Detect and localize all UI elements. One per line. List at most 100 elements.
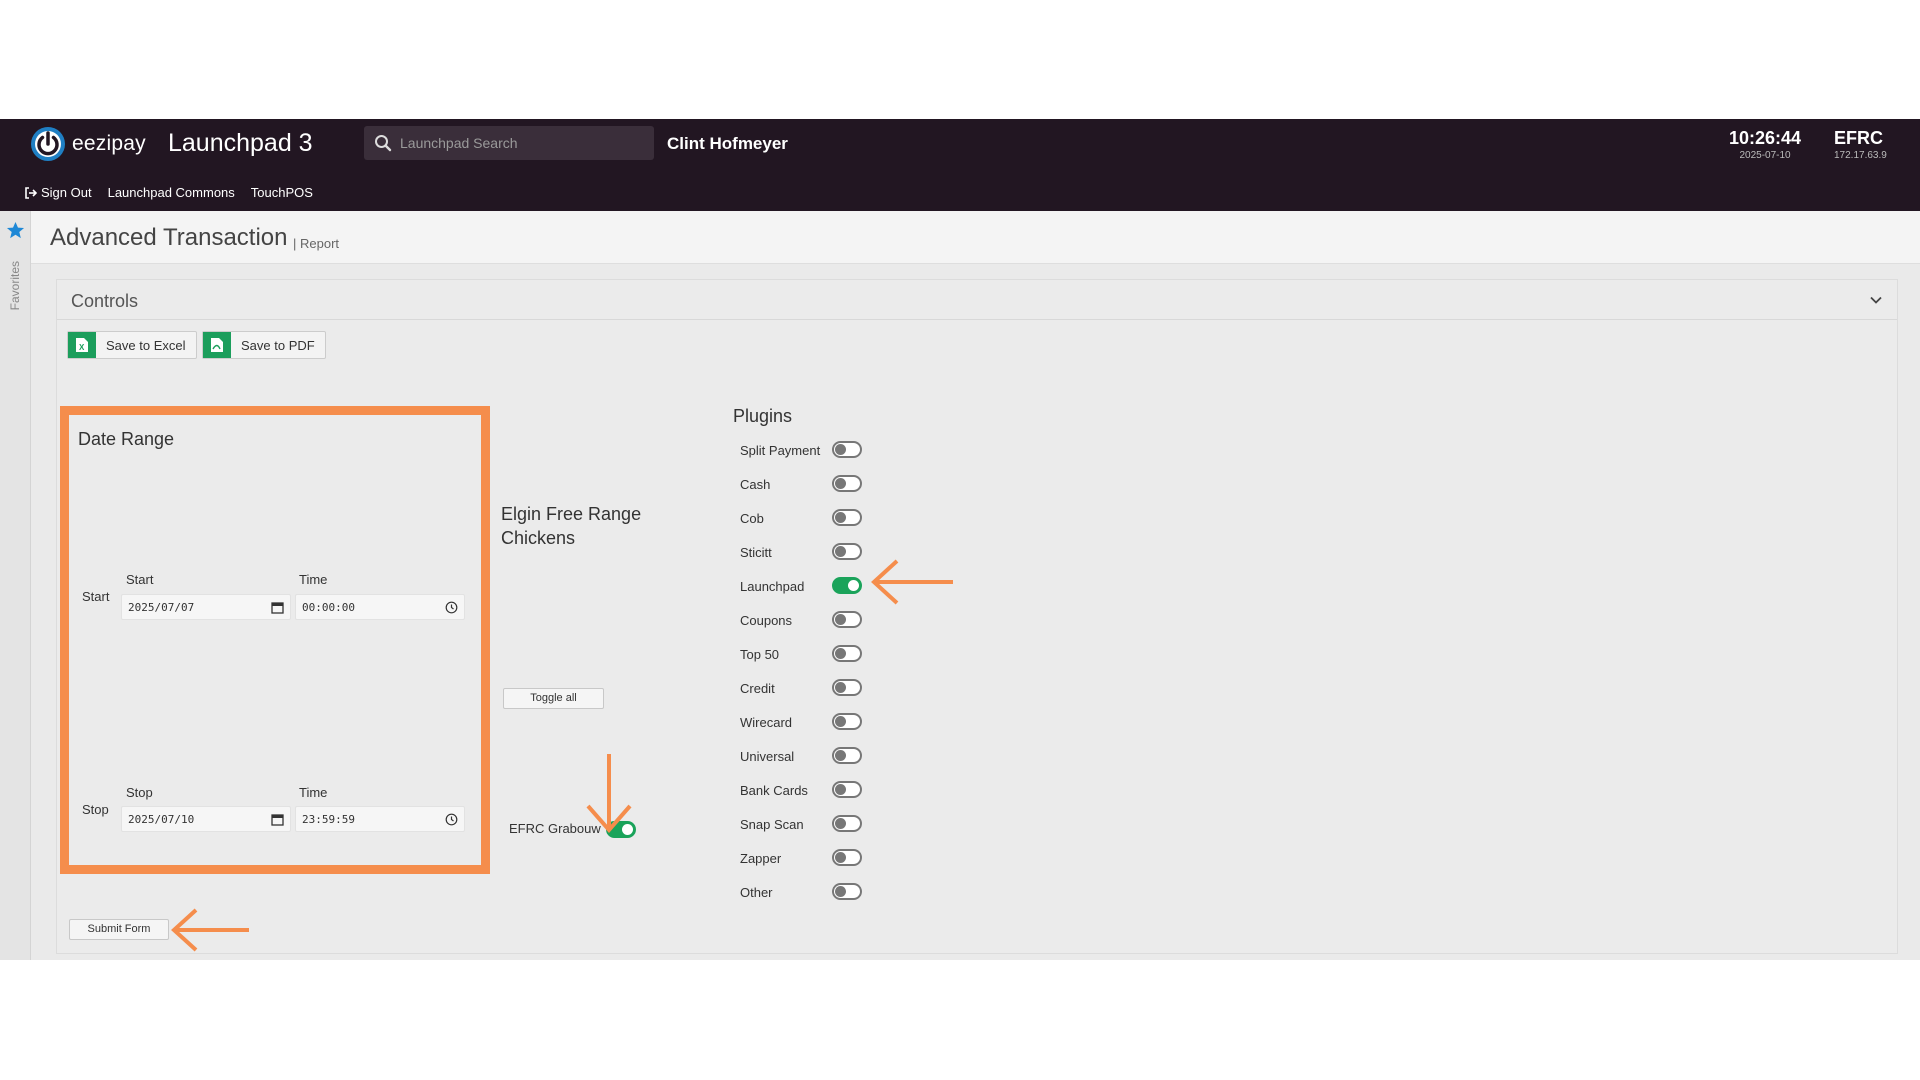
app-screen: eezipay Launchpad 3 Clint Hofmeyer 10:26… [0, 119, 1920, 960]
page-title: Advanced Transaction [50, 224, 288, 251]
plugin-label: Cash [740, 477, 771, 492]
plugin-toggle[interactable] [832, 441, 862, 458]
calendar-icon[interactable] [271, 601, 284, 614]
plugin-row: Wirecard [740, 709, 880, 743]
controls-panel-header[interactable]: Controls [57, 280, 1897, 320]
controls-panel: Controls X Save to Excel Save to PDF Dat… [56, 279, 1898, 954]
stop-date-value: 2025/07/10 [128, 812, 195, 826]
plugin-toggle[interactable] [832, 713, 862, 730]
app-title: Launchpad 3 [168, 129, 313, 157]
stop-date-label: Stop [126, 785, 153, 800]
plugin-toggle[interactable] [832, 747, 862, 764]
site-name: EFRC [1834, 128, 1883, 148]
controls-title: Controls [71, 291, 139, 311]
plugin-toggle[interactable] [832, 509, 862, 526]
plugin-label: Split Payment [740, 443, 821, 458]
plugin-toggle[interactable] [832, 679, 862, 696]
plugin-row: Coupons [740, 607, 880, 641]
plugin-label: Cob [740, 511, 764, 526]
save-to-excel-button[interactable]: X Save to Excel [67, 331, 197, 359]
chevron-down-icon[interactable] [1869, 293, 1883, 307]
toggle-knob [835, 784, 846, 795]
plugin-toggle[interactable] [832, 475, 862, 492]
toggle-knob [835, 478, 846, 489]
submit-form-button[interactable]: Submit Form [69, 919, 169, 940]
start-date-label: Start [126, 572, 154, 587]
plugins-title: Plugins [733, 406, 793, 426]
plugins-list: Split Payment Cash Cob Sticitt Launchpad Coup… [740, 437, 880, 913]
plugin-toggle[interactable] [832, 611, 862, 628]
plugin-row: Zapper [740, 845, 880, 879]
favorites-label[interactable]: Favorites [8, 261, 22, 310]
plugin-toggle[interactable] [832, 781, 862, 798]
plugin-row: Bank Cards [740, 777, 880, 811]
plugin-toggle[interactable] [832, 645, 862, 662]
annotation-arrow-left [871, 559, 953, 605]
plugin-label: Coupons [740, 613, 793, 628]
plugin-label: Bank Cards [740, 783, 808, 798]
touchpos-link[interactable]: TouchPOS [251, 185, 313, 200]
start-time-label: Time [299, 572, 328, 587]
plugin-row: Other [740, 879, 880, 913]
power-logo-icon [31, 127, 65, 161]
launchpad-commons-link[interactable]: Launchpad Commons [108, 185, 235, 200]
plugin-row: Sticitt [740, 539, 880, 573]
clock-time: 10:26:44 [1729, 128, 1802, 148]
plugin-label: Sticitt [740, 545, 772, 560]
sign-out-link[interactable]: Sign Out [24, 185, 92, 200]
search-icon [375, 135, 392, 152]
brand-name: eezipay [72, 132, 146, 155]
start-row-label: Start [82, 589, 110, 604]
stop-date-input[interactable]: 2025/07/10 [121, 806, 291, 832]
start-time-input[interactable]: 00:00:00 [295, 594, 465, 620]
plugin-toggle[interactable] [832, 883, 862, 900]
logo[interactable]: eezipay [29, 125, 146, 163]
top-nav: Sign Out Launchpad Commons TouchPOS [24, 185, 329, 200]
plugin-row: Launchpad [740, 573, 880, 607]
calendar-icon[interactable] [271, 813, 284, 826]
save-to-pdf-button[interactable]: Save to PDF [202, 331, 326, 359]
plugin-toggle[interactable] [832, 849, 862, 866]
site-info: EFRC 172.17.63.9 [1834, 128, 1887, 161]
search-input[interactable] [400, 135, 640, 151]
star-icon[interactable] [6, 221, 25, 240]
start-date-input[interactable]: 2025/07/07 [121, 594, 291, 620]
plugin-label: Zapper [740, 851, 782, 866]
top-bar: eezipay Launchpad 3 Clint Hofmeyer 10:26… [0, 119, 1920, 211]
toggle-knob [835, 682, 846, 693]
search-box[interactable] [364, 126, 654, 160]
plugin-row: Universal [740, 743, 880, 777]
page-subtitle: | Report [293, 236, 340, 251]
clock: 10:26:44 2025-07-10 [1729, 128, 1801, 161]
annotation-arrow-down [586, 754, 632, 834]
clock-icon[interactable] [445, 601, 458, 614]
user-name: Clint Hofmeyer [667, 134, 788, 153]
toggle-knob [848, 580, 859, 591]
excel-icon: X [68, 332, 96, 358]
save-to-excel-label: Save to Excel [106, 337, 186, 353]
plugin-toggle[interactable] [832, 577, 862, 594]
toggle-all-button[interactable]: Toggle all [503, 688, 604, 709]
pdf-icon [203, 332, 231, 358]
clock-icon[interactable] [445, 813, 458, 826]
toggle-knob [835, 886, 846, 897]
stop-time-input[interactable]: 23:59:59 [295, 806, 465, 832]
toggle-knob [835, 750, 846, 761]
toggle-knob [835, 852, 846, 863]
date-range-section: Date Range Start Start Time 2025/07/07 0… [60, 406, 490, 874]
start-time-value: 00:00:00 [302, 600, 355, 614]
clock-date: 2025-07-10 [1739, 150, 1791, 161]
plugin-label: Launchpad [740, 579, 805, 594]
organisation-name: Elgin Free Range Chickens [501, 504, 642, 548]
toggle-knob [835, 444, 846, 455]
favorites-rail: Favorites [0, 211, 31, 960]
toggle-knob [835, 716, 846, 727]
stop-row-label: Stop [82, 802, 109, 817]
annotation-arrow-left [171, 908, 249, 952]
toggle-knob [835, 648, 846, 659]
plugin-toggle[interactable] [832, 815, 862, 832]
page-header: Advanced Transaction | Report [31, 211, 1920, 264]
site-ip: 172.17.63.9 [1834, 150, 1887, 161]
plugin-toggle[interactable] [832, 543, 862, 560]
plugin-label: Wirecard [740, 715, 793, 730]
